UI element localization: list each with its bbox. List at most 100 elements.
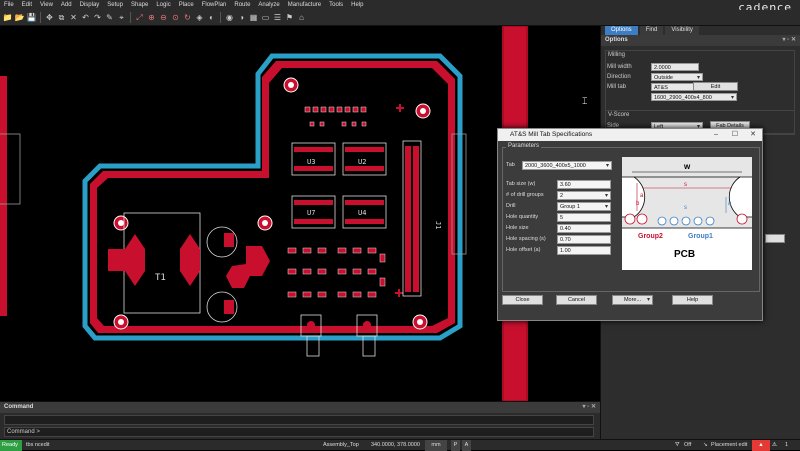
mill-tab-diagram: w s a b s a Group2 Group1 PCB — [622, 157, 752, 270]
refdes-u4: U4 — [358, 209, 366, 217]
undo-icon[interactable]: ↶ — [80, 12, 91, 23]
command-window: Command ▾ ▫ ✕ Command > — [0, 401, 600, 439]
drc-warning-icon[interactable]: ▲ — [752, 440, 770, 451]
tab-options[interactable]: Options — [605, 26, 638, 35]
visibility-icon[interactable]: ◉ — [224, 12, 235, 23]
redo-icon[interactable]: ↷ — [92, 12, 103, 23]
toolbar-separator — [220, 12, 221, 23]
panel-controls[interactable]: ▾ ▫ ✕ — [783, 35, 797, 46]
tab-size-input[interactable]: 3.60 — [557, 180, 611, 189]
report-icon[interactable]: ☰ — [272, 12, 283, 23]
close-icon[interactable]: ✕ — [750, 129, 756, 141]
more-button[interactable]: More... — [612, 295, 653, 305]
param-label: Hole offset (a) — [506, 247, 541, 253]
param-label: Drill — [506, 203, 516, 209]
board-inner — [97, 68, 448, 326]
menu-edit[interactable]: Edit — [18, 0, 36, 10]
adjacent-board-left — [0, 76, 7, 316]
delete-icon[interactable]: ✕ — [68, 12, 79, 23]
panel-partial-button[interactable] — [765, 234, 785, 243]
hole-size-input[interactable]: 0.40 — [557, 224, 611, 233]
milling-title: Milling — [608, 52, 626, 58]
placement-icon[interactable]: ↘ — [703, 440, 708, 451]
cancel-button[interactable]: Cancel — [556, 295, 597, 305]
menu-view[interactable]: View — [36, 0, 57, 10]
zoom-out-icon[interactable]: ⊖ — [158, 12, 169, 23]
menu-bar: File Edit View Add Display Setup Shape Logic Pla… — [0, 0, 800, 10]
coordinates: 340.0000, 378.0000 — [371, 442, 420, 448]
minimize-icon[interactable]: – — [714, 129, 718, 141]
tab-label: Tab — [506, 162, 515, 168]
hole-quantity-input[interactable]: 5 — [557, 213, 611, 222]
zoom-world-icon[interactable]: ⊙ — [170, 12, 181, 23]
drc-icon[interactable]: ⚑ — [284, 12, 295, 23]
pin-icon[interactable]: ✎ — [104, 12, 115, 23]
open-icon[interactable]: 📂 — [14, 12, 25, 23]
hole-offset-input[interactable]: 1.00 — [557, 246, 611, 255]
tab-find[interactable]: Find — [639, 26, 664, 35]
mill-tab-edit-button[interactable]: Edit — [693, 82, 738, 91]
refdes-u2: U2 — [358, 158, 366, 166]
color-icon[interactable]: ◐ — [206, 12, 217, 23]
menu-help[interactable]: Help — [347, 0, 367, 10]
maximize-icon[interactable]: ☐ — [732, 129, 738, 141]
refdes-u7: U7 — [307, 209, 315, 217]
options-header: Options ▾ ▫ ✕ — [601, 35, 800, 46]
folder-icon[interactable]: 📁 — [2, 12, 13, 23]
drc-count: 1 — [785, 442, 789, 448]
menu-place[interactable]: Place — [175, 0, 198, 10]
drill-groups-select[interactable]: 2 — [557, 191, 611, 200]
save-icon[interactable]: 💾 — [26, 12, 37, 23]
command-input[interactable]: Command > — [4, 427, 594, 437]
command-output — [4, 415, 594, 425]
a-button[interactable]: A — [462, 440, 471, 451]
vscore-title: V-Score — [608, 112, 630, 118]
direction-select[interactable]: Outside — [651, 73, 703, 82]
menu-manufacture[interactable]: Manufacture — [284, 0, 325, 10]
tab-select[interactable]: 2000_3600_400x5_1000 — [522, 161, 612, 170]
units-display[interactable]: mm — [425, 440, 447, 451]
measure-icon[interactable]: ▭ — [260, 12, 271, 23]
alert-icon[interactable]: ⚠ — [772, 440, 777, 451]
move-icon[interactable]: ✥ — [44, 12, 55, 23]
home-icon[interactable]: ⌂ — [296, 12, 307, 23]
funnel-icon[interactable]: ⛛ — [675, 440, 680, 451]
drill-select[interactable]: Group 1 — [557, 202, 611, 211]
mill-tab-dialog: AT&S Mill Tab Specifications – ☐ ✕ Param… — [497, 128, 763, 321]
grid-icon[interactable]: ▦ — [248, 12, 259, 23]
param-label: Hole quantity — [506, 214, 539, 220]
zoom-fit-icon[interactable]: ⤢ — [134, 12, 145, 23]
snap-icon[interactable]: ⌖ — [116, 12, 127, 23]
command-controls[interactable]: ▾ ▫ ✕ — [583, 402, 597, 413]
zoom-in-icon[interactable]: ⊕ — [146, 12, 157, 23]
s-label-blue: s — [684, 205, 687, 211]
p-button[interactable]: P — [451, 440, 460, 451]
tab-spec-select[interactable]: 1600_2900_400x4_800 — [651, 93, 737, 102]
options-panel-lower — [600, 401, 800, 439]
drc-state: Off — [684, 442, 692, 448]
menu-shape[interactable]: Shape — [127, 0, 152, 10]
options-title: Options — [605, 37, 628, 43]
menu-setup[interactable]: Setup — [103, 0, 127, 10]
menu-tools[interactable]: Tools — [325, 0, 347, 10]
status-bar: Ready tbs ncedit Assembly_Top 340.0000, … — [0, 439, 800, 451]
hole-spacing-input[interactable]: 0.70 — [557, 235, 611, 244]
menu-analyze[interactable]: Analyze — [254, 0, 283, 10]
redraw-icon[interactable]: ↻ — [182, 12, 193, 23]
tab-visibility[interactable]: Visibility — [665, 26, 699, 35]
menu-logic[interactable]: Logic — [152, 0, 174, 10]
toolbar-separator — [40, 12, 41, 23]
menu-route[interactable]: Route — [230, 0, 254, 10]
menu-file[interactable]: File — [0, 0, 18, 10]
close-button[interactable]: Close — [502, 295, 543, 305]
menu-flowplan[interactable]: FlowPlan — [198, 0, 231, 10]
copy-icon[interactable]: ⧉ — [56, 12, 67, 23]
shadow-icon[interactable]: ◑ — [236, 12, 247, 23]
help-button[interactable]: Help — [672, 295, 713, 305]
3d-view-icon[interactable]: ◈ — [194, 12, 205, 23]
command-title: Command — [4, 404, 34, 410]
menu-add[interactable]: Add — [57, 0, 76, 10]
mill-width-input[interactable]: 2.0000 — [651, 63, 699, 71]
main-toolbar: 📁 📂 💾 ✥ ⧉ ✕ ↶ ↷ ✎ ⌖ ⤢ ⊕ ⊖ ⊙ ↻ ◈ ◐ ◉ ◑ ▦ ▭ ☰ ⚑ ⌂ — [0, 10, 800, 26]
menu-display[interactable]: Display — [76, 0, 104, 10]
